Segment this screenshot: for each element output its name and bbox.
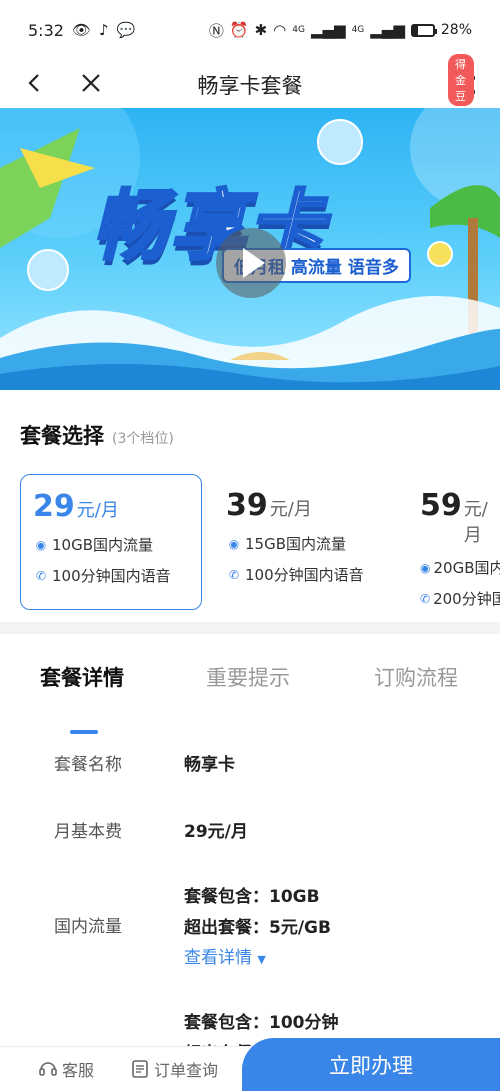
alarm-icon: ⏰ xyxy=(229,21,249,39)
chat-icon: 💬 xyxy=(116,21,136,39)
plan-data-feature: ◉ 15GB国内流量 xyxy=(226,533,384,554)
battery-percent: 28% xyxy=(440,22,472,38)
plan-details-section: 套餐详情 重要提示 订购流程 套餐名称 畅享卡 月基本费 29元/月 套餐包含：… xyxy=(0,634,500,1091)
wifi-icon: ◠ xyxy=(273,21,287,39)
network-label-1: 4G xyxy=(292,25,305,35)
detail-tabs: 套餐详情 重要提示 订购流程 xyxy=(0,662,500,734)
plans-title: 套餐选择 xyxy=(20,424,104,448)
plan-card-59[interactable]: 59 元/月 ◉ 20GB国内流量 ✆ 200分钟国内语音 xyxy=(408,474,500,610)
nfc-icon: Ⓝ xyxy=(208,21,224,40)
phone-icon: ✆ xyxy=(420,591,431,606)
plan-data-feature: ◉ 10GB国内流量 xyxy=(33,534,189,555)
caret-down-icon: ▼ xyxy=(257,953,266,966)
plan-voice-feature: ✆ 200分钟国内语音 xyxy=(420,588,500,609)
data-drop-icon: ◉ xyxy=(228,536,240,551)
promo-banner[interactable]: 畅享卡 低月租 高流量 语音多 xyxy=(0,108,500,390)
apply-now-button[interactable]: 立即办理 xyxy=(242,1038,500,1091)
plan-price-number: 29 xyxy=(33,489,75,524)
plan-data-feature: ◉ 20GB国内流量 xyxy=(420,557,500,578)
data-included: 套餐包含：10GB xyxy=(184,887,320,907)
plan-price: 59 元/月 xyxy=(420,488,488,547)
tab-order-process[interactable]: 订购流程 xyxy=(374,662,458,692)
document-icon xyxy=(132,1060,148,1078)
video-play-button[interactable] xyxy=(216,228,286,298)
plans-heading: 套餐选择 (3个档位) xyxy=(20,420,174,450)
detail-label: 套餐名称 xyxy=(54,755,122,775)
tab-important-notes[interactable]: 重要提示 xyxy=(206,662,290,692)
tab-plan-details[interactable]: 套餐详情 xyxy=(40,662,124,692)
plan-voice-text: 200分钟国内语音 xyxy=(433,590,500,608)
detail-label: 国内流量 xyxy=(54,917,122,937)
plan-card-29[interactable]: 29 元/月 ◉ 10GB国内流量 ✆ 100分钟国内语音 xyxy=(20,474,202,610)
plan-data-text: 15GB国内流量 xyxy=(245,535,347,553)
coin-badge[interactable]: 得金豆 xyxy=(448,54,474,106)
customer-service-button[interactable]: 客服 xyxy=(38,1057,94,1081)
detail-value: 29元/月 xyxy=(184,822,248,842)
data-drop-icon: ◉ xyxy=(420,560,431,575)
plan-price: 39 元/月 xyxy=(226,488,384,523)
plan-price-number: 39 xyxy=(226,488,268,523)
plan-price-unit: 元/月 xyxy=(269,499,312,520)
plan-price-number: 59 xyxy=(420,488,462,523)
voice-included: 套餐包含：100分钟 xyxy=(184,1013,339,1033)
status-bar: 5:32 👁 ♪ 💬 Ⓝ ⏰ ✱ ◠ 4G ▂▄▆ 4G ▂▄▆ 28% xyxy=(0,0,500,60)
plan-voice-text: 100分钟国内语音 xyxy=(52,567,171,585)
detail-value: 畅享卡 xyxy=(184,755,235,775)
signal-icon-2: ▂▄▆ xyxy=(370,21,405,39)
customer-service-label: 客服 xyxy=(62,1061,95,1080)
order-lookup-button[interactable]: 订单查询 xyxy=(130,1057,218,1081)
view-details-label: 查看详情 xyxy=(184,948,252,968)
phone-icon: ✆ xyxy=(228,567,240,582)
headset-icon xyxy=(39,1062,57,1076)
battery-icon xyxy=(410,23,437,37)
signal-icon: ▂▄▆ xyxy=(310,21,346,39)
eye-icon: 👁 xyxy=(71,21,91,39)
status-time: 5:32 xyxy=(28,20,64,40)
plan-price-unit: 元/月 xyxy=(463,499,488,546)
plans-count: (3个档位) xyxy=(112,431,174,447)
plan-price-unit: 元/月 xyxy=(76,500,119,521)
detail-label: 月基本费 xyxy=(54,822,122,842)
plan-voice-text: 100分钟国内语音 xyxy=(245,566,364,584)
tab-indicator xyxy=(70,730,98,734)
network-label-2: 4G xyxy=(351,25,365,35)
plan-voice-feature: ✆ 100分钟国内语音 xyxy=(226,564,384,585)
status-right: Ⓝ ⏰ ✱ ◠ 4G ▂▄▆ 4G ▂▄▆ 28% xyxy=(209,20,472,41)
battery-fill xyxy=(412,25,419,35)
plan-data-text: 10GB国内流量 xyxy=(52,536,154,554)
plan-price: 29 元/月 xyxy=(33,489,189,524)
page-title: 畅享卡套餐 xyxy=(197,74,303,98)
nav-bar: 畅享卡套餐 得金豆 xyxy=(0,54,500,108)
status-left: 5:32 👁 ♪ 💬 xyxy=(28,21,135,40)
share-button[interactable]: 得金豆 xyxy=(448,54,482,106)
order-lookup-label: 订单查询 xyxy=(154,1061,219,1080)
phone-icon: ✆ xyxy=(35,568,47,583)
tiktok-icon: ♪ xyxy=(98,21,109,39)
plan-card-39[interactable]: 39 元/月 ◉ 15GB国内流量 ✆ 100分钟国内语音 xyxy=(214,474,396,610)
plan-voice-feature: ✆ 100分钟国内语音 xyxy=(33,565,189,586)
view-details-link[interactable]: 查看详情 ▼ xyxy=(184,943,266,968)
plan-data-text: 20GB国内流量 xyxy=(433,559,500,577)
data-overage: 超出套餐：5元/GB xyxy=(184,918,331,938)
data-drop-icon: ◉ xyxy=(35,537,47,552)
bluetooth-icon: ✱ xyxy=(254,21,268,39)
plan-selection-section: 套餐选择 (3个档位) 29 元/月 ◉ 10GB国内流量 ✆ 100分钟国内语… xyxy=(0,390,500,622)
